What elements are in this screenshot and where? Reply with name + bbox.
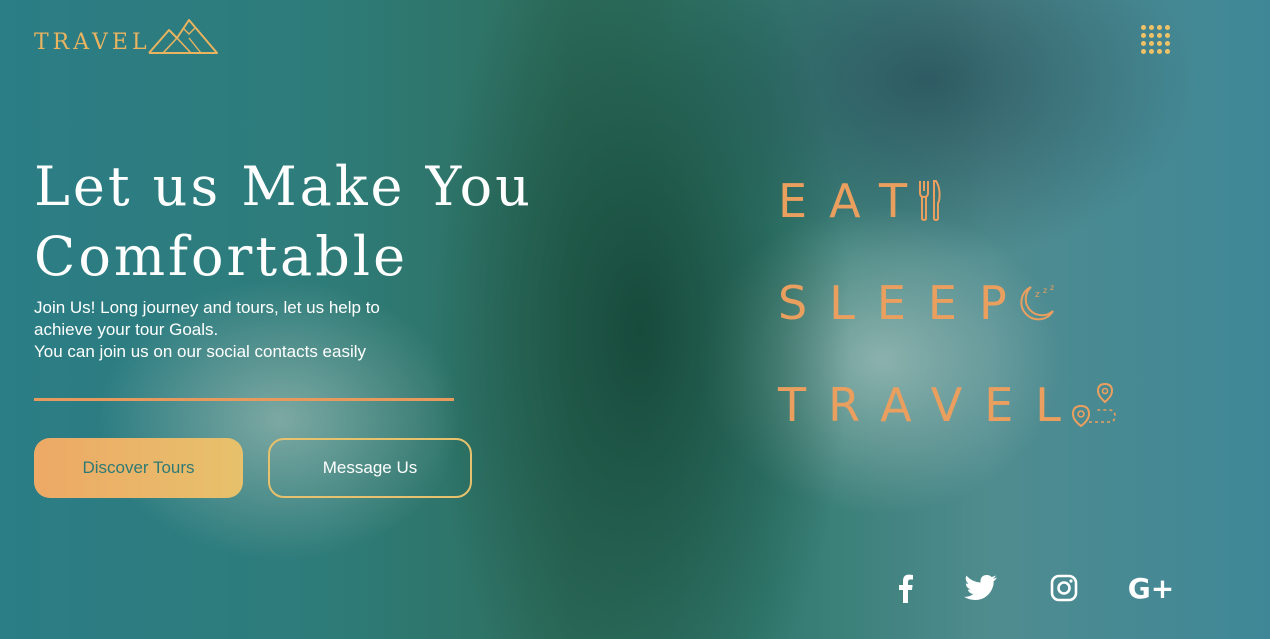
facebook-link[interactable] [890,570,920,606]
feature-eat: EAT [778,174,943,228]
menu-grid-icon[interactable] [1141,25,1170,54]
brand-logo[interactable]: TRAVEL [34,18,219,56]
twitter-link[interactable] [962,570,1000,606]
hero-desc-line: Join Us! Long journey and tours, let us … [34,298,380,317]
google-plus-link[interactable]: G+ [1128,570,1174,606]
feature-label: TRAVEL [778,378,1083,432]
message-us-button[interactable]: Message Us [268,438,472,498]
feature-label: EAT [778,174,930,228]
svg-text:z: z [1050,283,1063,292]
feature-label: SLEEP [778,276,1029,330]
cutlery-icon [919,180,941,221]
twitter-icon [964,575,997,600]
moon-sleep-icon: z z z [1020,283,1063,321]
hero-desc-line: achieve your tour Goals. [34,320,219,339]
feature-sleep: SLEEP z z z [778,276,1063,330]
hero-divider [34,398,454,401]
hero-desc-line: You can join us on our social contacts e… [34,342,367,361]
discover-tours-button[interactable]: Discover Tours [34,438,243,498]
instagram-icon [1050,574,1078,602]
mountain-icon [147,19,218,54]
route-pin-icon [1071,382,1116,428]
instagram-link[interactable] [1048,570,1080,606]
hero-title-line: Let us Make You [34,155,533,218]
hero-title-line: Comfortable [34,225,409,288]
hero-description: Join Us! Long journey and tours, let us … [34,297,464,363]
facebook-icon [899,574,913,603]
feature-travel: TRAVEL [778,378,1119,432]
hero-title: Let us Make You Comfortable [34,152,594,292]
google-plus-icon: G+ [1127,571,1175,605]
brand-name: TRAVEL [34,30,151,55]
